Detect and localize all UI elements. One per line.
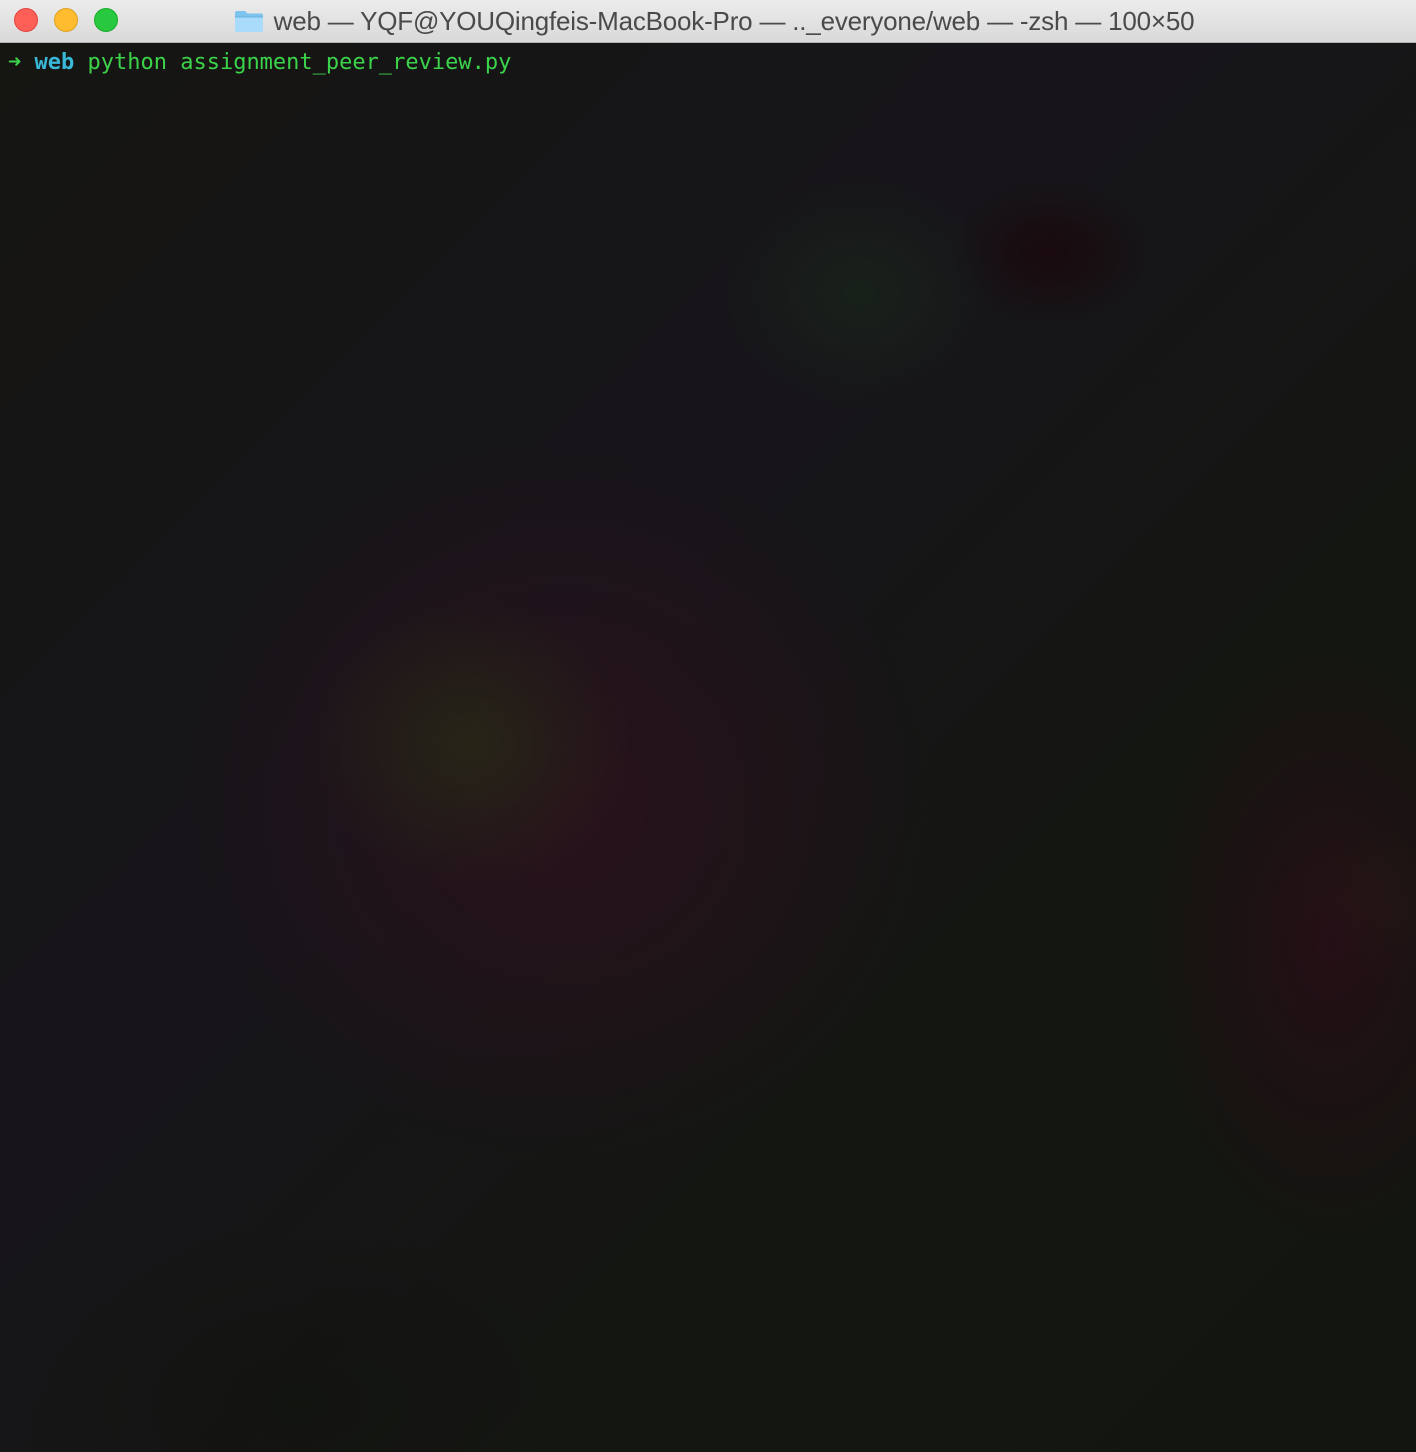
window-title-group: web — YQF@YOUQingfeis-MacBook-Pro — .._e… [234, 6, 1195, 37]
minimize-button[interactable] [54, 8, 78, 32]
window-title-area: web — YQF@YOUQingfeis-MacBook-Pro — .._e… [0, 0, 1416, 42]
terminal-line: ➜ web python assignment_peer_review.py [8, 48, 511, 78]
terminal-content[interactable]: ➜ web python assignment_peer_review.py [0, 43, 1416, 1452]
terminal-window: web — YQF@YOUQingfeis-MacBook-Pro — .._e… [0, 0, 1416, 1452]
prompt-arrow-icon: ➜ [8, 50, 22, 75]
close-button[interactable] [14, 8, 38, 32]
window-title: web — YQF@YOUQingfeis-MacBook-Pro — .._e… [273, 5, 1195, 36]
zoom-button[interactable] [94, 8, 118, 32]
command-text: python assignment_peer_review.py [87, 50, 512, 75]
title-bar[interactable]: web — YQF@YOUQingfeis-MacBook-Pro — .._e… [0, 0, 1416, 43]
prompt-directory: web [34, 50, 75, 75]
folder-icon [234, 11, 263, 32]
